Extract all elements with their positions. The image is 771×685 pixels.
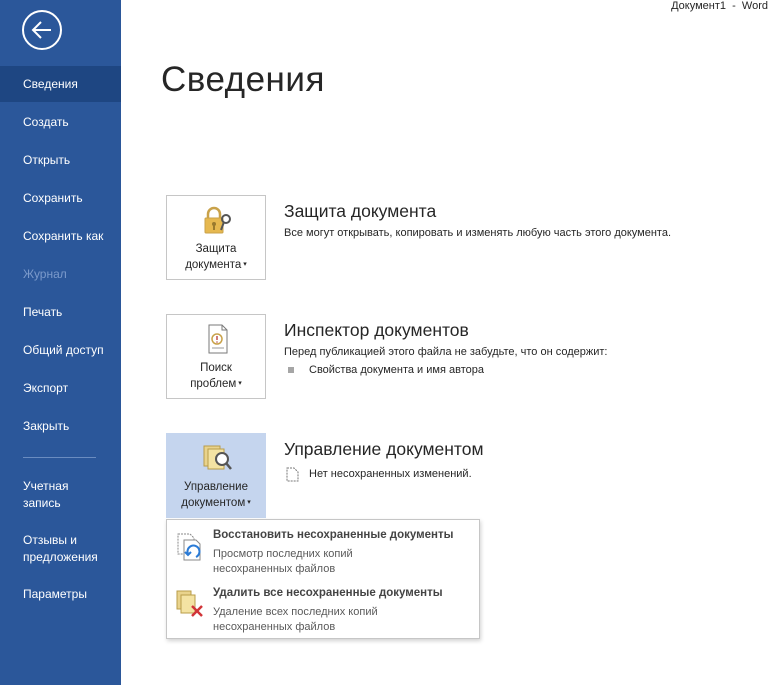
document-status-icon xyxy=(286,467,299,482)
sidebar-item-save-as[interactable]: Сохранить как xyxy=(0,218,121,254)
sidebar-item-open[interactable]: Открыть xyxy=(0,142,121,178)
page-title: Сведения xyxy=(161,60,325,99)
window-title: Документ1 - Word xyxy=(671,0,768,12)
back-button[interactable] xyxy=(22,10,62,50)
sidebar-item-options[interactable]: Параметры xyxy=(0,576,121,612)
inspect-heading: Инспектор документов xyxy=(284,320,469,340)
sidebar-divider xyxy=(23,457,96,458)
inspect-description: Перед публикацией этого файла не забудьт… xyxy=(284,346,608,358)
bullet-icon xyxy=(288,367,294,373)
protect-heading: Защита документа xyxy=(284,201,437,221)
dropdown-caret-icon: ▾ xyxy=(247,499,251,506)
back-arrow-icon xyxy=(31,21,51,39)
sidebar-item-history: Журнал xyxy=(23,267,67,281)
protect-document-label: Защита документа ▾ xyxy=(185,243,247,271)
recover-unsaved-title: Восстановить несохраненные документы xyxy=(213,529,454,541)
manage-status: Нет несохраненных изменений. xyxy=(309,468,472,480)
dropdown-caret-icon: ▾ xyxy=(243,261,247,268)
inspect-bullet-text: Свойства документа и имя автора xyxy=(309,364,484,376)
manage-document-icon xyxy=(203,445,232,470)
recover-doc-icon xyxy=(177,533,201,561)
sidebar-item-new[interactable]: Создать xyxy=(0,104,121,140)
sidebar-item-print[interactable]: Печать xyxy=(0,294,121,330)
sidebar-item-export[interactable]: Экспорт xyxy=(0,370,121,406)
check-issues-button[interactable]: Поиск проблем ▾ xyxy=(166,314,266,399)
delete-docs-icon xyxy=(176,590,203,617)
delete-unsaved-title: Удалить все несохраненные документы xyxy=(213,587,443,599)
sidebar-item-share[interactable]: Общий доступ xyxy=(0,332,121,368)
manage-heading: Управление документом xyxy=(284,439,484,459)
manage-document-button[interactable]: Управление документом ▾ xyxy=(166,433,266,518)
recover-unsaved-description: Просмотр последних копий несохраненных ф… xyxy=(213,548,353,575)
delete-unsaved-documents-item[interactable]: Удалить все несохраненные документы Удал… xyxy=(167,580,479,636)
sidebar-item-account[interactable]: Учетная запись xyxy=(0,478,100,512)
document-check-icon xyxy=(208,324,228,354)
backstage-sidebar: Сведения Создать Открыть Сохранить Сохра… xyxy=(0,0,121,685)
delete-unsaved-description: Удаление всех последних копий несохранен… xyxy=(213,606,378,633)
protect-document-button[interactable]: Защита документа ▾ xyxy=(166,195,266,280)
lock-key-icon xyxy=(204,206,231,234)
manage-document-menu: Восстановить несохраненные документы Про… xyxy=(166,519,480,639)
manage-document-label: Управление документом ▾ xyxy=(181,481,251,509)
check-issues-label: Поиск проблем ▾ xyxy=(190,362,242,390)
sidebar-item-save[interactable]: Сохранить xyxy=(0,180,121,216)
recover-unsaved-documents-item[interactable]: Восстановить несохраненные документы Про… xyxy=(167,522,479,578)
sidebar-item-feedback[interactable]: Отзывы и предложения xyxy=(0,532,116,566)
sidebar-item-close[interactable]: Закрыть xyxy=(0,408,121,444)
dropdown-caret-icon: ▾ xyxy=(238,380,242,387)
sidebar-item-info[interactable]: Сведения xyxy=(0,66,121,102)
protect-description: Все могут открывать, копировать и изменя… xyxy=(284,227,672,239)
